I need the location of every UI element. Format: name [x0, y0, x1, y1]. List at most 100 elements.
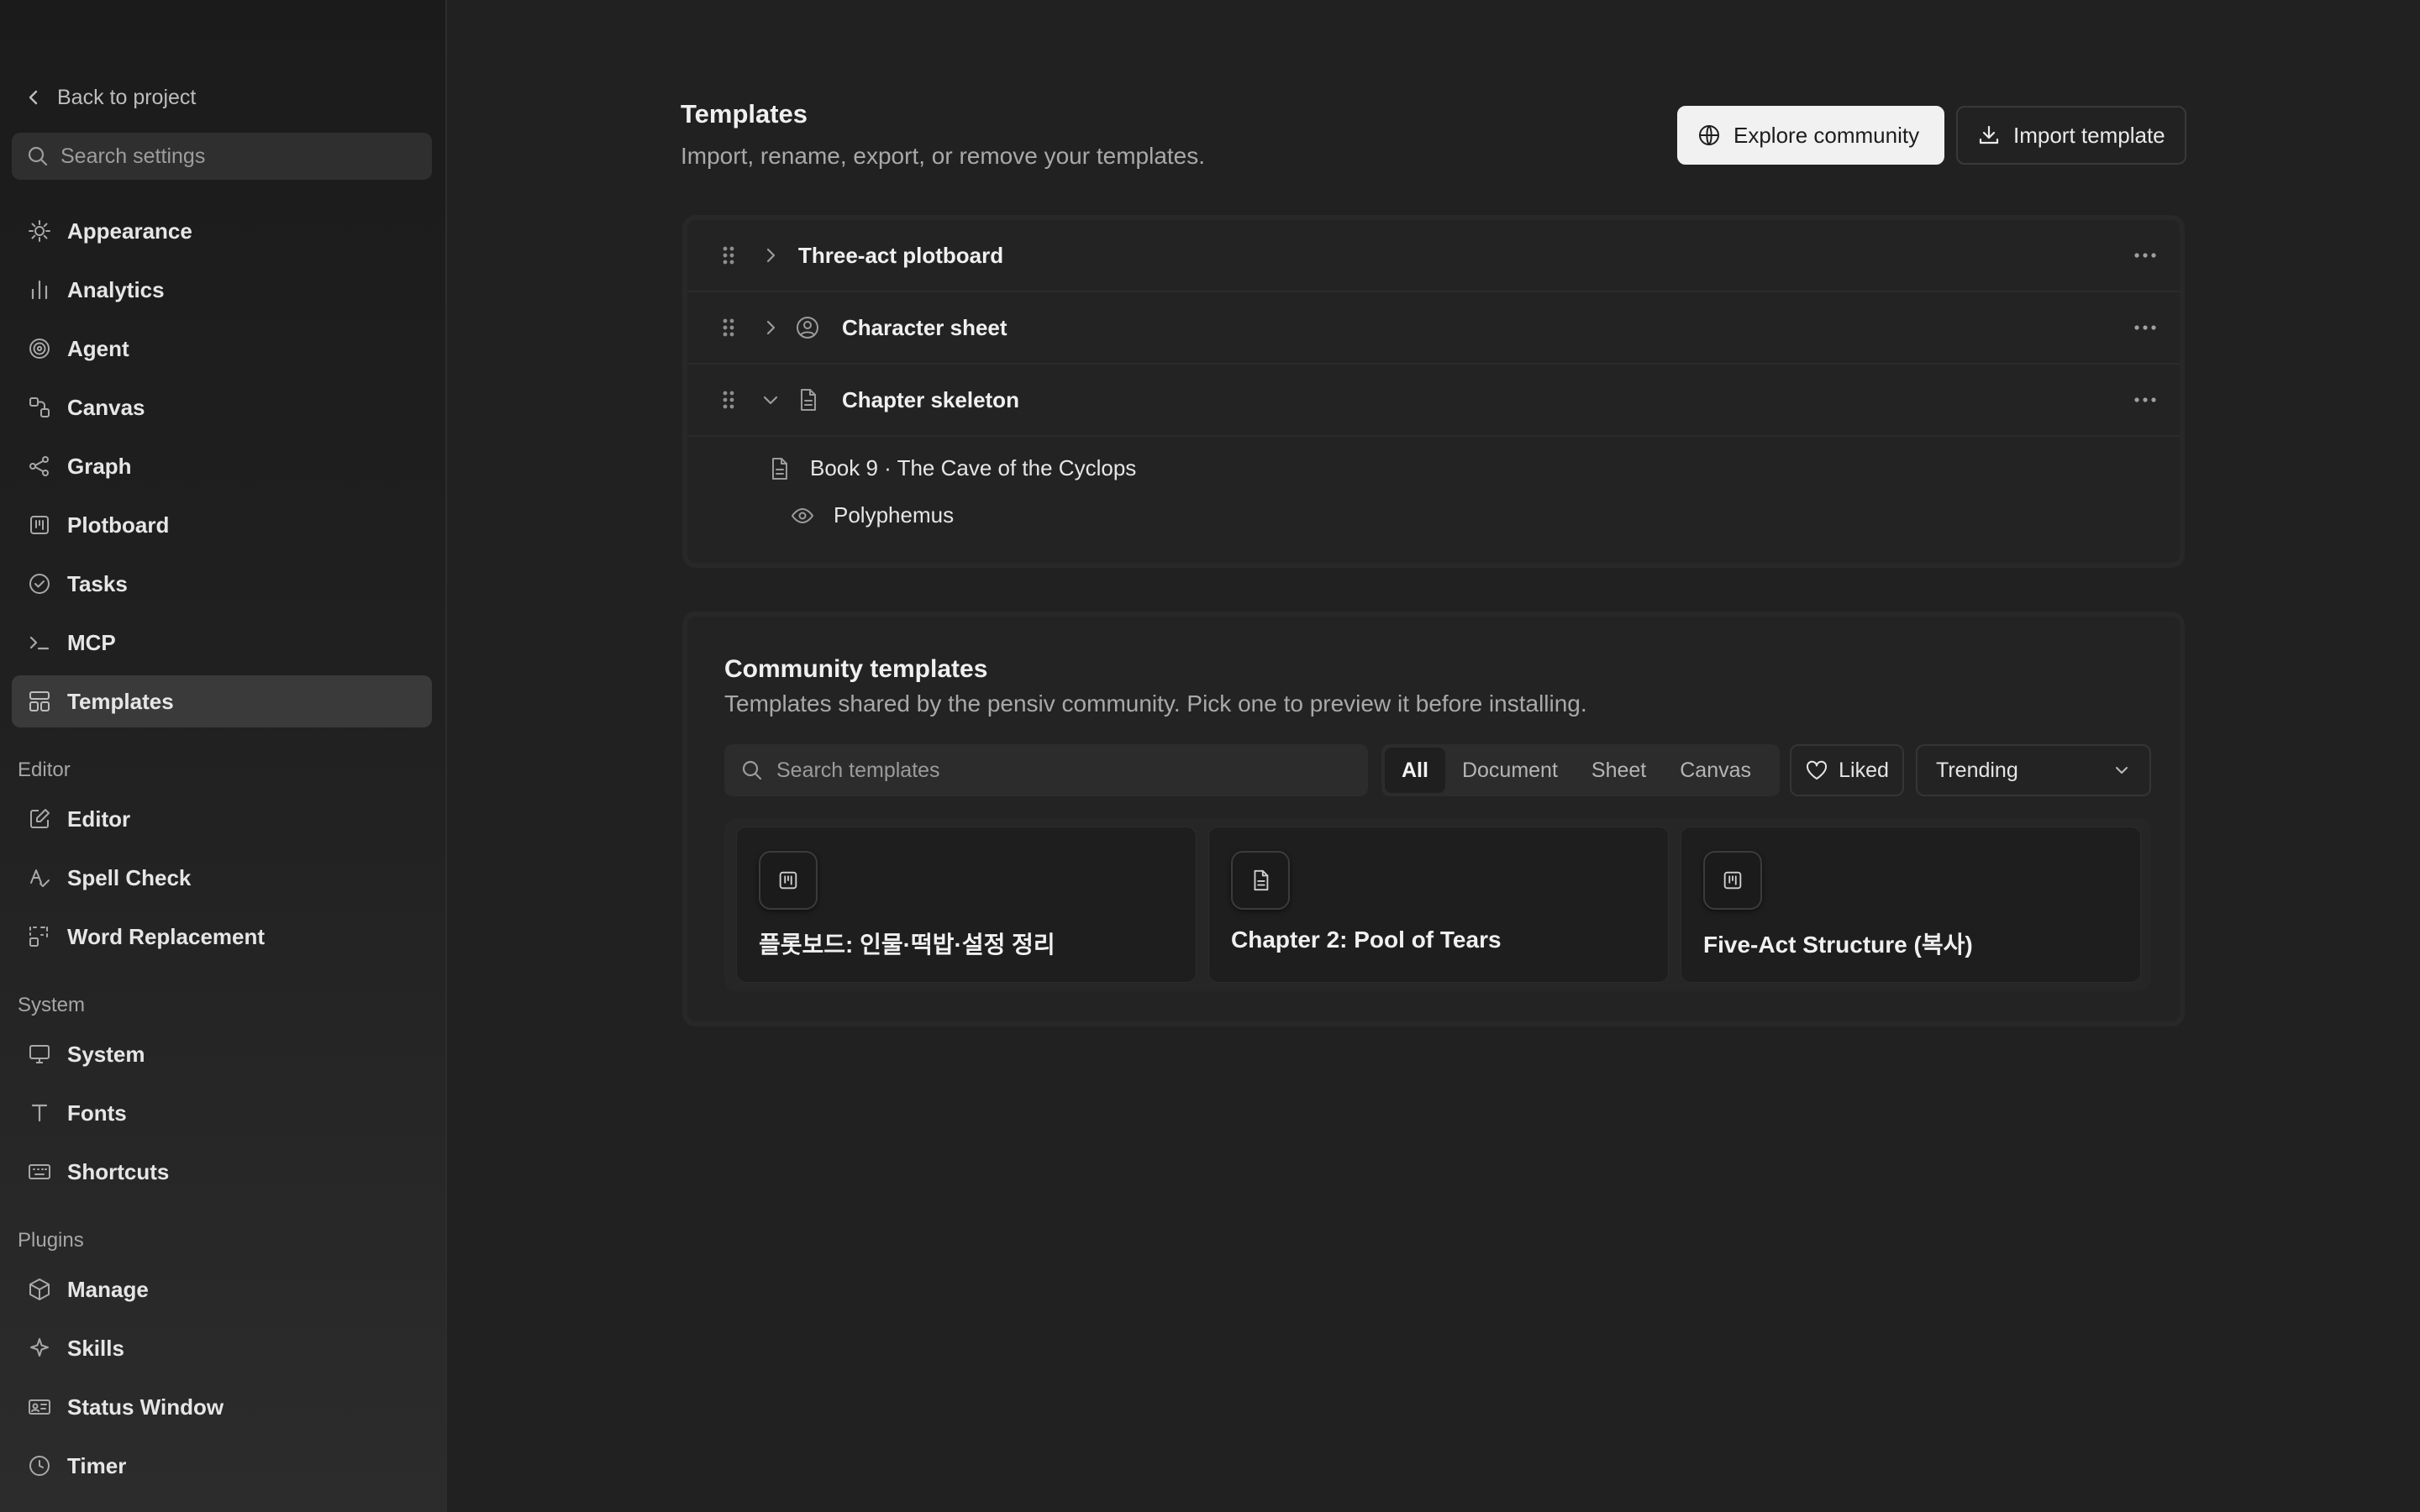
drag-handle-icon[interactable] [721, 244, 736, 267]
sort-select[interactable]: Trending [1916, 744, 2151, 796]
search-icon [741, 759, 763, 781]
id-card-icon [27, 1394, 52, 1420]
sidebar-item-editor[interactable]: Editor [12, 793, 432, 845]
sidebar-item-label: Manage [67, 1276, 149, 1302]
template-row[interactable]: Character sheet [687, 292, 2180, 365]
template-row[interactable]: Chapter skeleton [687, 365, 2180, 437]
explore-community-label: Explore community [1733, 122, 1920, 148]
templates-list: Three-act plotboard Character sheet Chap… [682, 215, 2185, 568]
sidebar-item-canvas[interactable]: Canvas [12, 381, 432, 433]
user-circle-icon [795, 315, 820, 340]
more-options-icon[interactable] [2133, 251, 2158, 260]
more-options-icon[interactable] [2133, 323, 2158, 332]
sidebar-item-tasks[interactable]: Tasks [12, 558, 432, 610]
spiral-icon [27, 336, 52, 361]
sidebar-item-system[interactable]: System [12, 1028, 432, 1080]
back-to-project-link[interactable]: Back to project [25, 81, 196, 114]
community-card-grid: 플롯보드: 인물·떡밥·설정 정리 Chapter 2: Pool of Tea… [724, 818, 2151, 991]
community-templates-panel: Community templates Templates shared by … [682, 612, 2185, 1026]
card-title: 플롯보드: 인물·떡밥·설정 정리 [759, 932, 1055, 958]
sidebar-item-label: Skills [67, 1335, 124, 1361]
community-title: Community templates [724, 655, 988, 683]
sidebar-item-spell-check[interactable]: Spell Check [12, 852, 432, 904]
drag-handle-icon[interactable] [721, 316, 736, 339]
liked-label: Liked [1839, 758, 1889, 782]
sidebar-item-label: Spell Check [67, 864, 192, 890]
sidebar-item-shortcuts[interactable]: Shortcuts [12, 1146, 432, 1198]
sidebar-item-timer[interactable]: Timer [12, 1440, 432, 1492]
settings-sidebar: Back to project Appearance Analytics Age… [0, 0, 447, 1512]
community-template-card[interactable]: 플롯보드: 인물·떡밥·설정 정리 [736, 827, 1197, 983]
kanban-icon [759, 851, 818, 910]
section-label-system: System [18, 994, 86, 1016]
chevron-right-icon[interactable] [761, 246, 780, 265]
template-search[interactable] [724, 744, 1368, 796]
sort-value: Trending [1936, 758, 2018, 782]
check-circle-icon [27, 571, 52, 596]
download-icon [1976, 123, 2002, 148]
filter-canvas[interactable]: Canvas [1663, 748, 1768, 793]
sidebar-item-label: MCP [67, 629, 116, 655]
filter-all[interactable]: All [1385, 748, 1445, 793]
terminal-icon [27, 630, 52, 655]
type-filter-group: All Document Sheet Canvas [1381, 744, 1780, 796]
template-search-input[interactable] [775, 757, 1366, 784]
template-row[interactable]: Three-act plotboard [687, 220, 2180, 292]
sidebar-item-label: Appearance [67, 218, 192, 244]
import-template-label: Import template [2013, 122, 2165, 148]
sidebar-item-label: Timer [67, 1452, 127, 1478]
chevron-right-icon[interactable] [761, 318, 780, 337]
liked-filter-button[interactable]: Liked [1790, 744, 1904, 796]
sidebar-item-label: Templates [67, 688, 174, 714]
sidebar-item-label: Shortcuts [67, 1158, 170, 1184]
sidebar-item-word-replacement[interactable]: Word Replacement [12, 911, 432, 963]
explore-community-button[interactable]: Explore community [1677, 106, 1944, 165]
document-icon [1231, 851, 1290, 910]
template-child-item[interactable]: Book 9 · The Cave of the Cyclops [766, 455, 1136, 481]
community-subtitle: Templates shared by the pensiv community… [724, 690, 1587, 717]
type-icon [27, 1100, 52, 1126]
filter-document[interactable]: Document [1445, 748, 1575, 793]
template-name: Three-act plotboard [798, 242, 1004, 268]
sidebar-item-mcp[interactable]: MCP [12, 617, 432, 669]
kanban-icon [1703, 851, 1762, 910]
section-label-plugins: Plugins [18, 1229, 84, 1252]
eye-icon [790, 503, 815, 528]
sidebar-item-label: Word Replacement [67, 923, 266, 949]
sidebar-item-appearance[interactable]: Appearance [12, 205, 432, 257]
template-name: Chapter skeleton [842, 386, 1019, 412]
sidebar-item-plotboard[interactable]: Plotboard [12, 499, 432, 551]
page-title: Templates [681, 99, 808, 129]
monitor-icon [27, 1042, 52, 1067]
more-options-icon[interactable] [2133, 396, 2158, 404]
search-icon [27, 145, 49, 167]
drag-handle-icon[interactable] [721, 388, 736, 412]
sidebar-item-graph[interactable]: Graph [12, 440, 432, 492]
filter-sheet[interactable]: Sheet [1575, 748, 1663, 793]
template-child-item[interactable]: Polyphemus [790, 502, 954, 528]
sidebar-item-analytics[interactable]: Analytics [12, 264, 432, 316]
sidebar-item-skills[interactable]: Skills [12, 1322, 432, 1374]
sidebar-item-status-window[interactable]: Status Window [12, 1381, 432, 1433]
import-template-button[interactable]: Import template [1956, 106, 2186, 165]
document-icon [795, 387, 820, 412]
heart-icon [1805, 759, 1828, 781]
sidebar-item-templates[interactable]: Templates [12, 675, 432, 727]
community-template-card[interactable]: Five-Act Structure (복사) [1681, 827, 2141, 983]
chevron-left-icon [25, 87, 42, 108]
sidebar-item-label: Canvas [67, 394, 145, 420]
settings-search[interactable] [12, 133, 432, 180]
sidebar-item-manage[interactable]: Manage [12, 1263, 432, 1315]
sun-icon [27, 218, 52, 244]
settings-search-input[interactable] [59, 143, 415, 170]
sidebar-item-label: Analytics [67, 276, 165, 302]
sidebar-item-label: Status Window [67, 1394, 224, 1420]
pencil-square-icon [27, 806, 52, 832]
document-icon [766, 456, 792, 481]
chevron-down-icon[interactable] [761, 391, 780, 409]
community-template-card[interactable]: Chapter 2: Pool of Tears [1208, 827, 1669, 983]
sidebar-item-fonts[interactable]: Fonts [12, 1087, 432, 1139]
template-child-label: Book 9 · The Cave of the Cyclops [810, 455, 1137, 480]
template-name: Character sheet [842, 314, 1007, 340]
sidebar-item-agent[interactable]: Agent [12, 323, 432, 375]
